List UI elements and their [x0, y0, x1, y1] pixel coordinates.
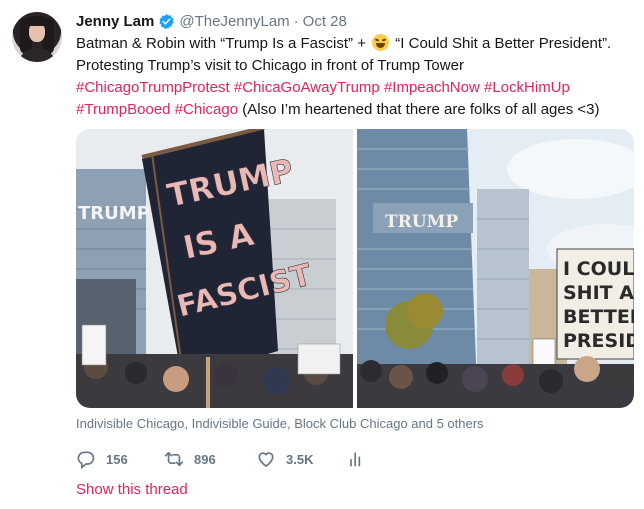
- reply-icon: [77, 451, 95, 469]
- show-thread-link[interactable]: Show this thread: [76, 481, 188, 498]
- avatar[interactable]: [12, 12, 62, 62]
- analytics-icon: [350, 452, 361, 467]
- tweet-text: Batman & Robin with “Trump Is a Fascist”…: [76, 33, 636, 121]
- photo-protest-trump-tower[interactable]: TRUMP I COULD SHIT A BETTER PRESIDEN: [357, 129, 634, 408]
- retweet-button[interactable]: 896: [164, 449, 216, 469]
- tweet-line-3: #ChicagoTrumpProtest #ChicaGoAwayTrump #…: [76, 77, 636, 99]
- hashtag-link[interactable]: #TrumpBooed: [76, 101, 171, 118]
- photo-right-image: TRUMP I COULD SHIT A BETTER PRESIDEN: [357, 129, 634, 408]
- rofl-emoji-icon: [372, 34, 390, 51]
- author-name[interactable]: Jenny Lam: [76, 13, 154, 30]
- retweet-count: 896: [194, 451, 216, 467]
- tweet-text-tail: (Also I’m heartened that there are folks…: [242, 101, 600, 118]
- author-handle[interactable]: @TheJennyLam: [179, 13, 289, 30]
- sign-right-line-3: BETTER: [563, 306, 634, 328]
- sign-right-line-1: I COULD: [563, 258, 634, 280]
- hashtag-link[interactable]: #ChicagoTrumpProtest: [76, 79, 230, 96]
- retweet-icon: [164, 451, 184, 467]
- heart-icon: [258, 452, 274, 468]
- hashtag-link[interactable]: #ImpeachNow: [384, 79, 480, 96]
- analytics-button[interactable]: [346, 449, 366, 469]
- separator-dot: ·: [293, 12, 299, 30]
- photo-protest-fascist-sign[interactable]: TRUMP TRUMP IS A FASCIST: [76, 129, 353, 408]
- hashtag-link[interactable]: #Chicago: [175, 101, 238, 118]
- sign-right-line-4: PRESIDEN: [563, 330, 634, 352]
- reply-button[interactable]: 156: [76, 449, 128, 469]
- tweet-date[interactable]: Oct 28: [303, 13, 347, 30]
- reply-count: 156: [106, 451, 128, 467]
- tweet[interactable]: Jenny Lam @TheJennyLam · Oct 28 Batman &…: [0, 0, 644, 509]
- tweet-line-1: Batman & Robin with “Trump Is a Fascist”…: [76, 34, 612, 52]
- like-count: 3.5K: [286, 451, 314, 467]
- tweet-header: Jenny Lam @TheJennyLam · Oct 28: [76, 11, 347, 31]
- media-grid: TRUMP TRUMP IS A FASCIST TRUMP I COUL SH…: [76, 129, 634, 408]
- building-sign-left: TRUMP: [78, 203, 150, 224]
- sign-right-line-2: SHIT A: [563, 282, 634, 304]
- photo-left-image: TRUMP TRUMP IS A FASCIST: [76, 129, 353, 408]
- tagged-users[interactable]: Indivisible Chicago, Indivisible Guide, …: [76, 416, 484, 431]
- hashtag-link[interactable]: #ChicaGoAwayTrump: [234, 79, 380, 96]
- hashtag-link[interactable]: #LockHimUp: [484, 79, 570, 96]
- tweet-line-2: Protesting Trump’s visit to Chicago in f…: [76, 57, 464, 74]
- tweet-line-4: #TrumpBooed #Chicago (Also I’m heartened…: [76, 99, 636, 121]
- like-button[interactable]: 3.5K: [256, 449, 313, 469]
- building-sign-right: TRUMP: [385, 212, 458, 232]
- verified-badge-icon: [159, 13, 175, 29]
